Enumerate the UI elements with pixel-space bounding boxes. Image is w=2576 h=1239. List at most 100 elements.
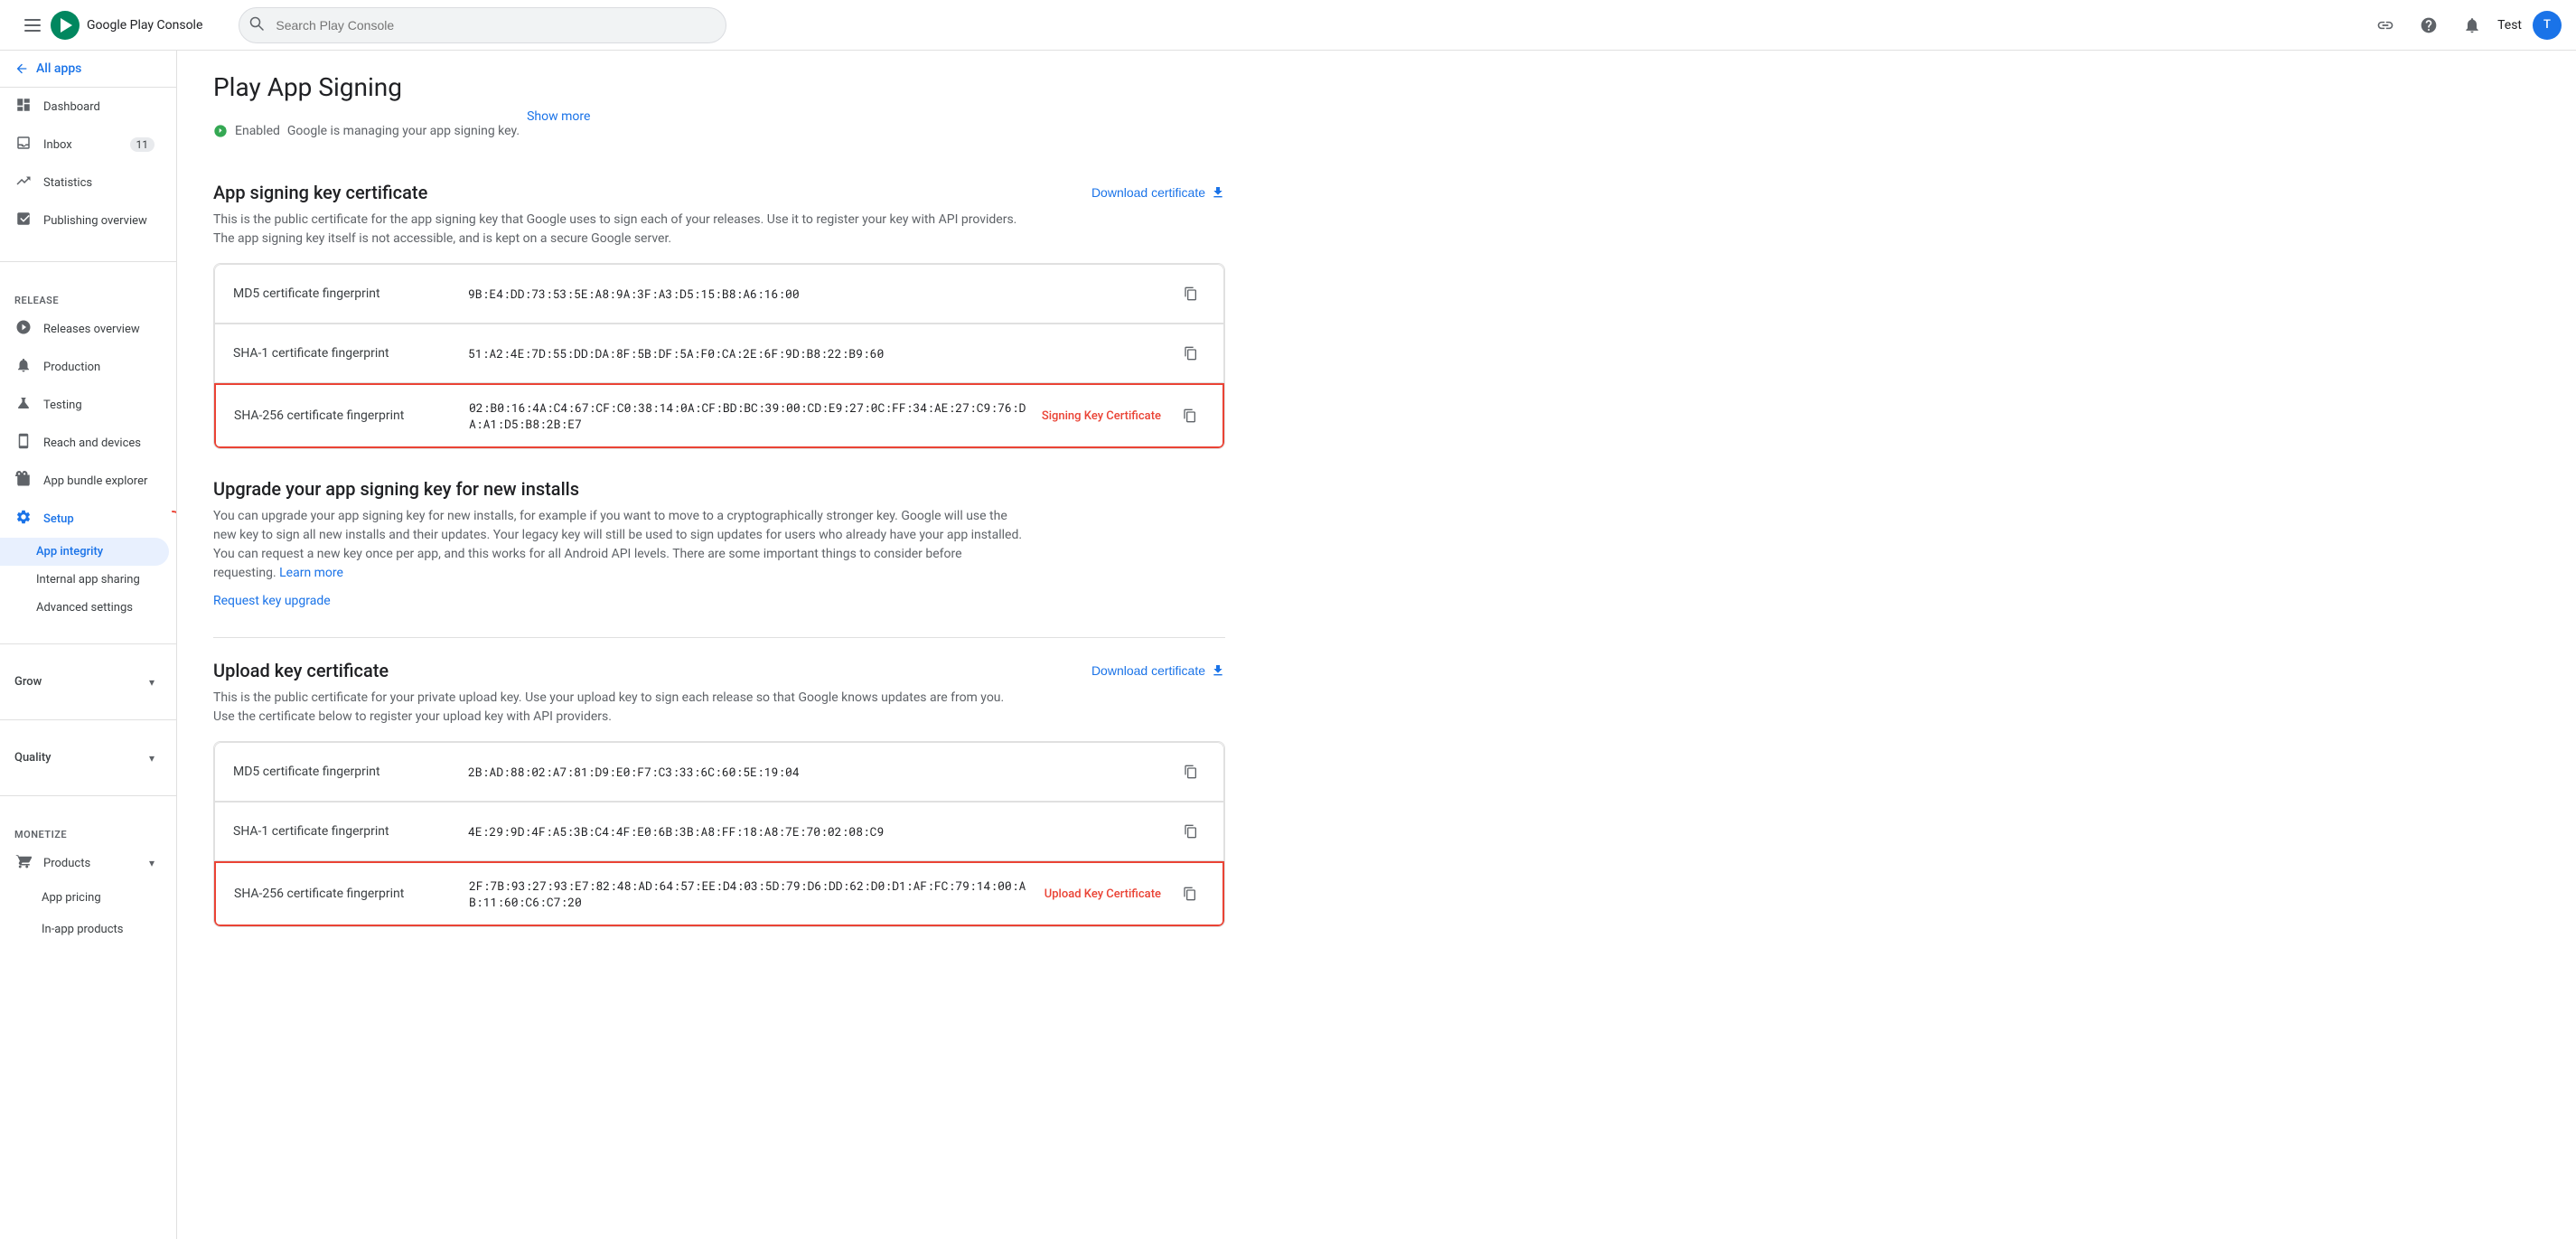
sidebar-item-app-bundle-explorer[interactable]: App bundle explorer bbox=[0, 462, 169, 500]
signing-cert-table: MD5 certificate fingerprint 9B:E4:DD:73:… bbox=[213, 263, 1225, 449]
monetize-section-label: Monetize bbox=[0, 818, 176, 844]
app-bundle-label: App bundle explorer bbox=[43, 474, 147, 488]
upload-cert-table: MD5 certificate fingerprint 2B:AD:88:02:… bbox=[213, 741, 1225, 927]
upload-key-download-button[interactable]: Download certificate bbox=[1091, 663, 1225, 678]
upload-md5-label: MD5 certificate fingerprint bbox=[233, 765, 468, 779]
sidebar-item-setup[interactable]: Setup bbox=[0, 500, 169, 538]
menu-icon[interactable] bbox=[14, 7, 51, 43]
upload-sha1-label: SHA-1 certificate fingerprint bbox=[233, 824, 468, 839]
upload-key-section: Upload key certificate Download certific… bbox=[213, 660, 1225, 927]
sidebar-item-reach-devices[interactable]: Reach and devices bbox=[0, 424, 169, 462]
statistics-icon bbox=[14, 173, 33, 192]
upload-sha1-copy-button[interactable] bbox=[1176, 817, 1205, 846]
sidebar-item-testing[interactable]: Testing bbox=[0, 386, 169, 424]
sidebar-item-inbox[interactable]: Inbox 11 bbox=[0, 126, 169, 164]
upload-download-label: Download certificate bbox=[1091, 663, 1205, 678]
content-area: Play App Signing Enabled Google is manag… bbox=[177, 51, 1261, 978]
md5-label: MD5 certificate fingerprint bbox=[233, 286, 468, 301]
upload-download-icon bbox=[1211, 663, 1225, 678]
grow-expand-icon: ▾ bbox=[149, 676, 155, 689]
upload-md5-copy-button[interactable] bbox=[1176, 757, 1205, 786]
upload-cert-row-sha256: SHA-256 certificate fingerprint 2F:7B:93… bbox=[214, 861, 1224, 926]
signing-cert-row-sha256: SHA-256 certificate fingerprint 02:B0:16… bbox=[214, 383, 1224, 448]
sidebar-item-releases-overview[interactable]: Releases overview bbox=[0, 310, 169, 348]
topbar: Google Play Console Test T bbox=[0, 0, 2576, 51]
sidebar-item-grow[interactable]: Grow ▾ bbox=[0, 666, 169, 698]
md5-value: 9B:E4:DD:73:53:5E:A8:9A:3F:A3:D5:15:B8:A… bbox=[468, 286, 1176, 302]
quality-label: Quality bbox=[14, 751, 52, 765]
sidebar-item-dashboard[interactable]: Dashboard bbox=[0, 88, 169, 126]
all-apps-button[interactable]: All apps bbox=[0, 51, 176, 88]
upload-key-badge: Upload Key Certificate bbox=[1044, 887, 1161, 901]
signing-key-section: App signing key certificate Download cer… bbox=[213, 182, 1225, 449]
sidebar-item-quality[interactable]: Quality ▾ bbox=[0, 742, 169, 774]
advanced-settings-label: Advanced settings bbox=[36, 601, 133, 615]
app-pricing-label: App pricing bbox=[14, 891, 101, 905]
inbox-badge: 11 bbox=[130, 137, 155, 152]
topbar-title: Google Play Console bbox=[87, 18, 202, 33]
products-expand-icon: ▾ bbox=[149, 857, 155, 869]
search-container bbox=[239, 7, 726, 43]
request-key-upgrade-link[interactable]: Request key upgrade bbox=[213, 594, 331, 608]
sidebar-sub-item-app-integrity[interactable]: App integrity bbox=[0, 538, 169, 566]
user-name: Test bbox=[2497, 18, 2522, 33]
sidebar-item-products[interactable]: Products ▾ bbox=[0, 844, 169, 882]
logo: Google Play Console bbox=[51, 11, 202, 40]
section-divider-monetize bbox=[0, 795, 176, 796]
publishing-overview-icon bbox=[14, 211, 33, 230]
download-icon bbox=[1211, 185, 1225, 200]
sidebar-item-statistics[interactable]: Statistics bbox=[0, 164, 169, 202]
releases-overview-icon bbox=[14, 319, 33, 339]
search-input[interactable] bbox=[239, 7, 726, 43]
products-icon bbox=[14, 853, 33, 873]
sidebar-item-publishing-overview[interactable]: Publishing overview bbox=[0, 202, 169, 239]
signing-key-download-button[interactable]: Download certificate bbox=[1091, 185, 1225, 200]
signing-cert-row-md5: MD5 certificate fingerprint 9B:E4:DD:73:… bbox=[214, 264, 1224, 324]
sidebar-sub-item-advanced-settings[interactable]: Advanced settings bbox=[0, 594, 169, 622]
sha1-label: SHA-1 certificate fingerprint bbox=[233, 346, 468, 361]
search-icon bbox=[249, 16, 264, 34]
signing-download-label: Download certificate bbox=[1091, 185, 1205, 200]
in-app-products-label: In-app products bbox=[14, 923, 123, 936]
md5-copy-button[interactable] bbox=[1176, 279, 1205, 308]
sidebar: All apps Dashboard Inbox 11 Statistics bbox=[0, 51, 177, 1239]
sidebar-item-production[interactable]: Production bbox=[0, 348, 169, 386]
upgrade-title: Upgrade your app signing key for new ins… bbox=[213, 478, 1225, 500]
production-label: Production bbox=[43, 361, 100, 374]
section-divider-grow bbox=[0, 643, 176, 644]
upload-key-title: Upload key certificate bbox=[213, 660, 389, 681]
sha256-copy-button[interactable] bbox=[1176, 401, 1204, 430]
sha256-value: 02:B0:16:4A:C4:67:CF:C0:38:14:0A:CF:BD:B… bbox=[469, 399, 1027, 432]
app-bundle-icon bbox=[14, 471, 33, 491]
section-divider-quality bbox=[0, 719, 176, 720]
setup-icon bbox=[14, 509, 33, 529]
testing-icon bbox=[14, 395, 33, 415]
signing-key-desc: This is the public certificate for the a… bbox=[213, 211, 1026, 249]
show-more-link[interactable]: Show more bbox=[527, 109, 590, 124]
help-icon-button[interactable] bbox=[2411, 7, 2447, 43]
sidebar-item-in-app-products[interactable]: In-app products bbox=[0, 914, 169, 945]
upload-sha1-value: 4E:29:9D:4F:A5:3B:C4:4F:E0:6B:3B:A8:FF:1… bbox=[468, 823, 1176, 840]
signing-key-title: App signing key certificate bbox=[213, 182, 427, 203]
quality-expand-icon: ▾ bbox=[149, 752, 155, 765]
sidebar-sub-item-internal-app-sharing[interactable]: Internal app sharing bbox=[0, 566, 169, 594]
sha256-label: SHA-256 certificate fingerprint bbox=[234, 408, 469, 423]
signing-key-badge: Signing Key Certificate bbox=[1042, 409, 1161, 423]
sha1-copy-button[interactable] bbox=[1176, 339, 1205, 368]
releases-overview-label: Releases overview bbox=[43, 323, 140, 336]
upload-sha256-copy-button[interactable] bbox=[1176, 879, 1204, 908]
learn-more-link[interactable]: Learn more bbox=[279, 566, 343, 580]
upload-md5-value: 2B:AD:88:02:A7:81:D9:E0:F7:C3:33:6C:60:5… bbox=[468, 764, 1176, 780]
subtitle-desc: Google is managing your app signing key. bbox=[287, 124, 520, 138]
main-content: Play App Signing Enabled Google is manag… bbox=[177, 51, 2576, 1239]
upload-sha256-value: 2F:7B:93:27:93:E7:82:48:AD:64:57:EE:D4:0… bbox=[469, 878, 1030, 910]
sidebar-item-app-pricing[interactable]: App pricing bbox=[0, 882, 169, 914]
signing-key-header: App signing key certificate Download cer… bbox=[213, 182, 1225, 203]
link-icon-button[interactable] bbox=[2367, 7, 2403, 43]
upload-key-header: Upload key certificate Download certific… bbox=[213, 660, 1225, 681]
upload-key-desc: This is the public certificate for your … bbox=[213, 689, 1026, 727]
upload-cert-row-sha1: SHA-1 certificate fingerprint 4E:29:9D:4… bbox=[214, 802, 1224, 861]
notifications-icon-button[interactable] bbox=[2454, 7, 2490, 43]
products-label: Products bbox=[43, 857, 90, 870]
avatar[interactable]: T bbox=[2533, 11, 2562, 40]
